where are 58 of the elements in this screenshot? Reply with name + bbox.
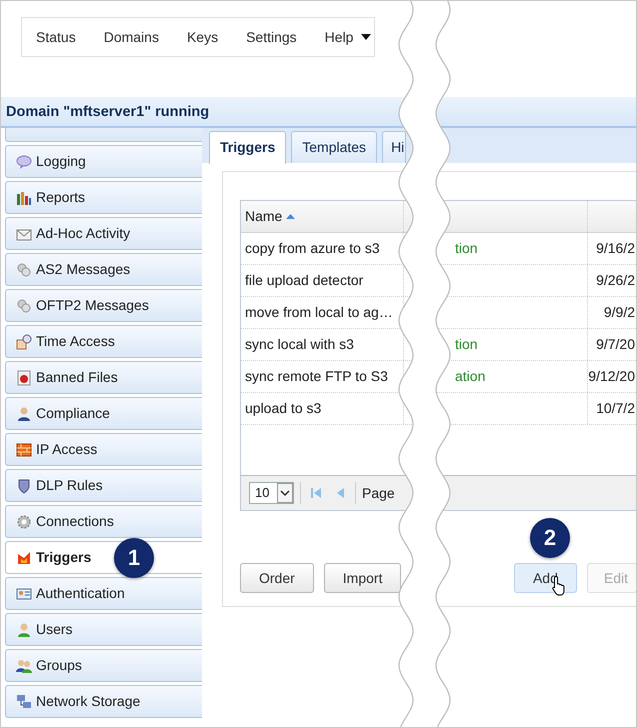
brick-wall-icon <box>16 442 32 458</box>
table-cell-text: ation <box>455 367 486 386</box>
bar-chart-icon <box>16 190 32 206</box>
table-cell-text: 9/12/20 <box>588 367 635 386</box>
table-cell-text: 10/7/2 <box>596 399 635 418</box>
id-card-icon <box>16 586 32 602</box>
tab[interactable]: Triggers <box>209 131 286 164</box>
table-cell-text: sync local with s3 <box>245 335 354 354</box>
sidebar-item[interactable]: IP Access <box>5 433 202 466</box>
sidebar-item[interactable]: Reports <box>5 181 202 214</box>
table-cell-text: tion <box>455 239 478 258</box>
stop-sign-icon <box>16 370 32 386</box>
sidebar-item[interactable]: Compliance <box>5 397 202 430</box>
sidebar-item[interactable]: Logging <box>5 145 202 178</box>
page-size-select[interactable]: 10 <box>249 482 294 504</box>
sidebar-item[interactable]: DLP Rules <box>5 469 202 502</box>
sidebar-item[interactable]: Banned Files <box>5 361 202 394</box>
table-cell-text: copy from azure to s3 <box>245 239 380 258</box>
callout-badge: 2 <box>530 518 570 558</box>
nav-link[interactable]: Help <box>324 26 372 48</box>
nav-link[interactable]: Status <box>36 26 76 48</box>
person-icon <box>16 622 32 638</box>
speech-bubble-icon <box>16 154 32 170</box>
sidebar-item[interactable]: Groups <box>5 649 202 682</box>
table-cell-text: upload to s3 <box>245 399 322 418</box>
table-cell-text: move from local to ag… <box>245 303 393 322</box>
people-icon <box>16 658 32 674</box>
sidebar-item[interactable]: Users <box>5 613 202 646</box>
chat-icon <box>16 262 32 278</box>
gear-icon <box>16 514 32 530</box>
domain-status-header: Domain "mftserver1" running <box>1 97 636 128</box>
table-cell-text: 9/26/2 <box>596 271 635 290</box>
person-icon <box>16 406 32 422</box>
table-cell-text: file upload detector <box>245 271 364 290</box>
sidebar-item[interactable]: Connections <box>5 505 202 538</box>
table-cell-text: 9/16/2 <box>596 239 635 258</box>
action-button[interactable]: Import <box>324 563 402 593</box>
sidebar-item[interactable]: Authentication <box>5 577 202 610</box>
sidebar-item[interactable]: Ad-Hoc Activity <box>5 217 202 250</box>
nav-link[interactable]: Domains <box>104 26 159 48</box>
table-cell-text: 9/7/20 <box>596 335 635 354</box>
nav-link[interactable]: Settings <box>246 26 297 48</box>
tab[interactable]: Hi <box>382 131 406 163</box>
pager-label: Page <box>362 484 395 503</box>
sidebar-item[interactable]: AS2 Messages <box>5 253 202 286</box>
shield-icon <box>16 478 32 494</box>
table-cell-text: sync remote FTP to S3 <box>245 367 388 386</box>
nav-link[interactable]: Keys <box>186 26 218 48</box>
sidebar-item[interactable]: Time Access <box>5 325 202 358</box>
table-cell-text: 9/9/2 <box>604 303 635 322</box>
sidebar-item[interactable]: Network Storage <box>5 685 202 718</box>
action-button[interactable]: Order <box>240 563 314 593</box>
table-cell-text: tion <box>455 335 478 354</box>
first-page-icon[interactable] <box>310 487 322 499</box>
tab[interactable]: Templates <box>291 131 378 163</box>
sidebar-item[interactable]: OFTP2 Messages <box>5 289 202 322</box>
chat-icon <box>16 298 32 314</box>
network-icon <box>16 694 32 710</box>
